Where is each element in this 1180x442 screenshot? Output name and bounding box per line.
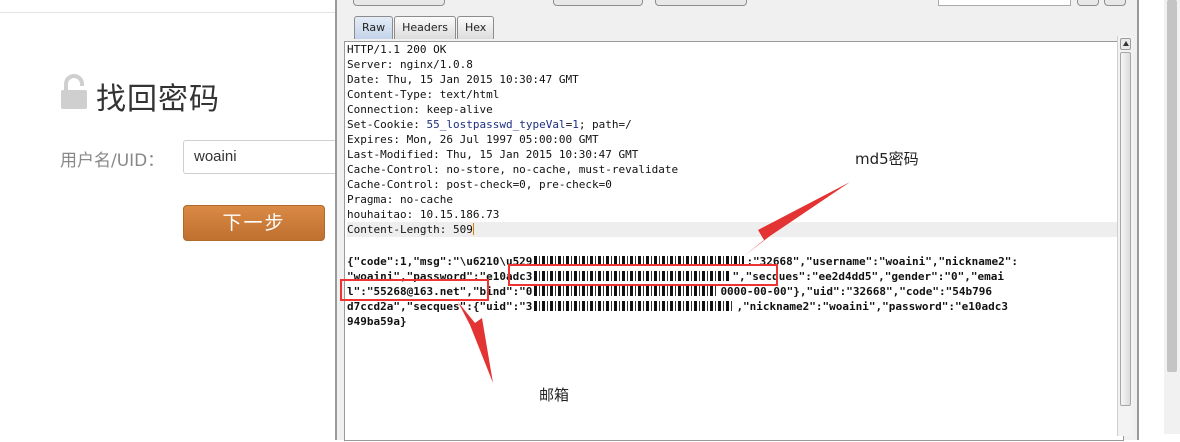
- email-arrow-icon: [458, 302, 493, 383]
- md5-arrow-icon: [744, 182, 850, 256]
- annotation-arrows: [458, 182, 850, 383]
